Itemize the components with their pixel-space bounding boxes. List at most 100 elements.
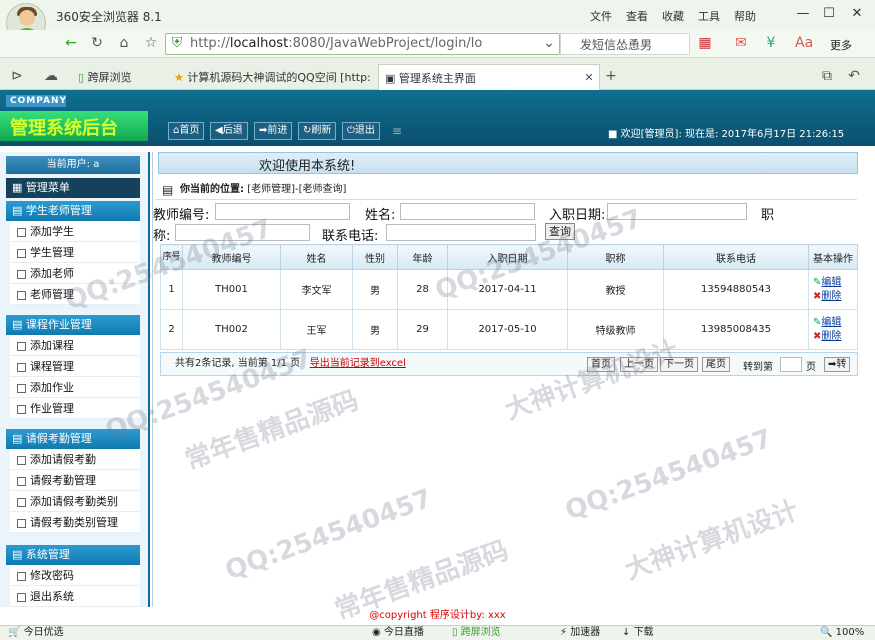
- cell-index: 2: [160, 309, 183, 350]
- chevron-down-icon[interactable]: ⌄: [540, 34, 558, 52]
- first-page-button[interactable]: 首页: [587, 357, 615, 372]
- accel-label: 加速器: [570, 627, 601, 638]
- cell-name: 王军: [280, 309, 353, 350]
- cell-age: 28: [397, 269, 448, 310]
- teacher-no-input[interactable]: [215, 203, 350, 220]
- edit-link[interactable]: 编辑: [821, 277, 841, 288]
- forward-button[interactable]: ➡前进: [254, 122, 293, 140]
- export-excel-link[interactable]: 导出当前记录到excel: [310, 358, 406, 369]
- col-name: 姓名: [280, 244, 353, 270]
- cell-operations: ✎编辑 ✖删除: [808, 269, 858, 310]
- zoom-label: 100%: [835, 627, 865, 638]
- restore-icon[interactable]: ⧉: [818, 67, 836, 85]
- col-gender: 性别: [352, 244, 398, 270]
- menu-file[interactable]: 文件: [590, 8, 612, 24]
- table-row: 2 TH002 王军 男 29 2017-05-10 特级教师 13985008…: [160, 309, 858, 350]
- section-course-homework[interactable]: ▤ 课程作业管理: [6, 315, 140, 335]
- translate-icon[interactable]: Aa: [795, 34, 813, 52]
- download-button[interactable]: ↓ 下载: [622, 626, 654, 640]
- hire-date-input[interactable]: [607, 203, 747, 220]
- mail-icon[interactable]: ✉: [732, 34, 750, 52]
- sidebar-item-add-leave[interactable]: 添加请假考勤: [10, 449, 140, 470]
- accelerator-button[interactable]: ⚡ 加速器: [560, 626, 600, 640]
- edit-link[interactable]: 编辑: [821, 317, 841, 328]
- sidebar-item-add-leave-type[interactable]: 添加请假考勤类别: [10, 491, 140, 512]
- phone-input[interactable]: [386, 224, 536, 241]
- sidebar-item-logout[interactable]: 退出系统: [10, 586, 140, 607]
- section-student-teacher[interactable]: ▤ 学生老师管理: [6, 201, 140, 221]
- sidebar-item-teacher-manage[interactable]: 老师管理: [10, 284, 140, 305]
- section-system[interactable]: ▤ 系统管理: [6, 545, 140, 565]
- pager-summary: 共有2条记录, 当前第 1/1 页: [175, 358, 301, 369]
- manage-menu-title: ▦ 管理菜单: [6, 178, 140, 198]
- sidebar-item-add-teacher[interactable]: 添加老师: [10, 263, 140, 284]
- undo-icon[interactable]: ↶: [845, 67, 863, 85]
- logout-button[interactable]: ⏻退出: [342, 122, 380, 140]
- sidebar-item-change-password[interactable]: 修改密码: [10, 565, 140, 586]
- star-icon[interactable]: ☆: [142, 34, 160, 52]
- tab-cross-screen[interactable]: ▯ 跨屏浏览: [72, 64, 164, 90]
- section-label: 课程作业管理: [25, 318, 92, 331]
- new-tab-icon[interactable]: +: [602, 67, 620, 85]
- sidebar-toggle-icon[interactable]: ⊳: [8, 67, 26, 85]
- browser-title: 360安全浏览器 8.1: [56, 10, 162, 24]
- menu-view[interactable]: 查看: [626, 8, 648, 24]
- goto-label: 转到第: [743, 362, 773, 373]
- name-label: 姓名:: [365, 208, 396, 223]
- menu-favorites[interactable]: 收藏: [662, 8, 684, 24]
- delete-link[interactable]: 删除: [821, 291, 841, 302]
- live-button[interactable]: ◉ 今日直播: [372, 626, 424, 640]
- tab-qq-space[interactable]: ★ 计算机源码大神调试的QQ空间 [http:: [168, 64, 374, 90]
- sidebar-item-homework-manage[interactable]: 作业管理: [10, 398, 140, 419]
- sidebar-item-add-homework[interactable]: 添加作业: [10, 377, 140, 398]
- sidebar-item-leave-manage[interactable]: 请假考勤管理: [10, 470, 140, 491]
- title-input[interactable]: [175, 224, 310, 241]
- prev-page-button[interactable]: 上一页: [620, 357, 658, 372]
- maximize-icon[interactable]: ☐: [818, 4, 840, 24]
- refresh-icon[interactable]: ↻: [88, 34, 106, 52]
- section-leave-attendance[interactable]: ▤ 请假考勤管理: [6, 429, 140, 449]
- daily-pick[interactable]: 🛒 今日优选: [8, 626, 64, 640]
- cross-screen-button[interactable]: ▯ 跨屏浏览: [452, 626, 501, 640]
- table-row: 1 TH001 李文军 男 28 2017-04-11 教授 135948805…: [160, 269, 858, 310]
- phone-icon: ▯: [78, 71, 85, 84]
- next-page-button[interactable]: 下一页: [660, 357, 698, 372]
- go-label: 转: [836, 359, 847, 370]
- more-menu[interactable]: 更多: [830, 37, 852, 53]
- sidebar-item-student-manage[interactable]: 学生管理: [10, 242, 140, 263]
- cell-index: 1: [160, 269, 183, 310]
- delete-link[interactable]: 删除: [821, 331, 841, 342]
- close-icon[interactable]: ✕: [846, 4, 868, 24]
- last-page-button[interactable]: 尾页: [702, 357, 730, 372]
- back-button[interactable]: ◀后退: [210, 122, 248, 140]
- query-button[interactable]: 查询: [545, 223, 575, 240]
- search-input[interactable]: 发短信怂恿男: [580, 36, 685, 53]
- close-tab-icon[interactable]: ✕: [580, 69, 598, 87]
- back-label: 后退: [222, 125, 243, 136]
- zoom-level[interactable]: 🔍 100%: [820, 626, 864, 640]
- minimize-icon[interactable]: —: [792, 4, 814, 24]
- hire-date-label: 入职日期:: [549, 208, 606, 223]
- tab-admin-main[interactable]: ▣ 管理系统主界面: [378, 64, 600, 90]
- sidebar-item-add-course[interactable]: 添加课程: [10, 335, 140, 356]
- cloud-icon[interactable]: ☁: [42, 67, 60, 85]
- home-button[interactable]: ⌂首页: [168, 122, 205, 140]
- go-button[interactable]: ➡转: [824, 357, 851, 372]
- tab-label: 跨屏浏览: [87, 71, 132, 84]
- address-text[interactable]: http://localhost:8080/JavaWebProject/log…: [190, 36, 490, 51]
- name-input[interactable]: [400, 203, 535, 220]
- refresh-button[interactable]: ↻刷新: [298, 122, 337, 140]
- home-icon[interactable]: ⌂: [115, 34, 133, 52]
- apps-icon[interactable]: ▦: [696, 34, 714, 52]
- sidebar-item-leave-type-manage[interactable]: 请假考勤类别管理: [10, 512, 140, 533]
- back-icon[interactable]: ←: [62, 34, 80, 52]
- goto-page-input[interactable]: [780, 357, 802, 372]
- sidebar-item-add-student[interactable]: 添加学生: [10, 221, 140, 242]
- money-icon[interactable]: ¥: [762, 34, 780, 52]
- sidebar-item-course-manage[interactable]: 课程管理: [10, 356, 140, 377]
- menu-help[interactable]: 帮助: [734, 8, 756, 24]
- refresh-label: 刷新: [311, 125, 332, 136]
- url-host: localhost: [229, 36, 289, 51]
- star-icon: ★: [174, 71, 184, 84]
- menu-tools[interactable]: 工具: [698, 8, 720, 24]
